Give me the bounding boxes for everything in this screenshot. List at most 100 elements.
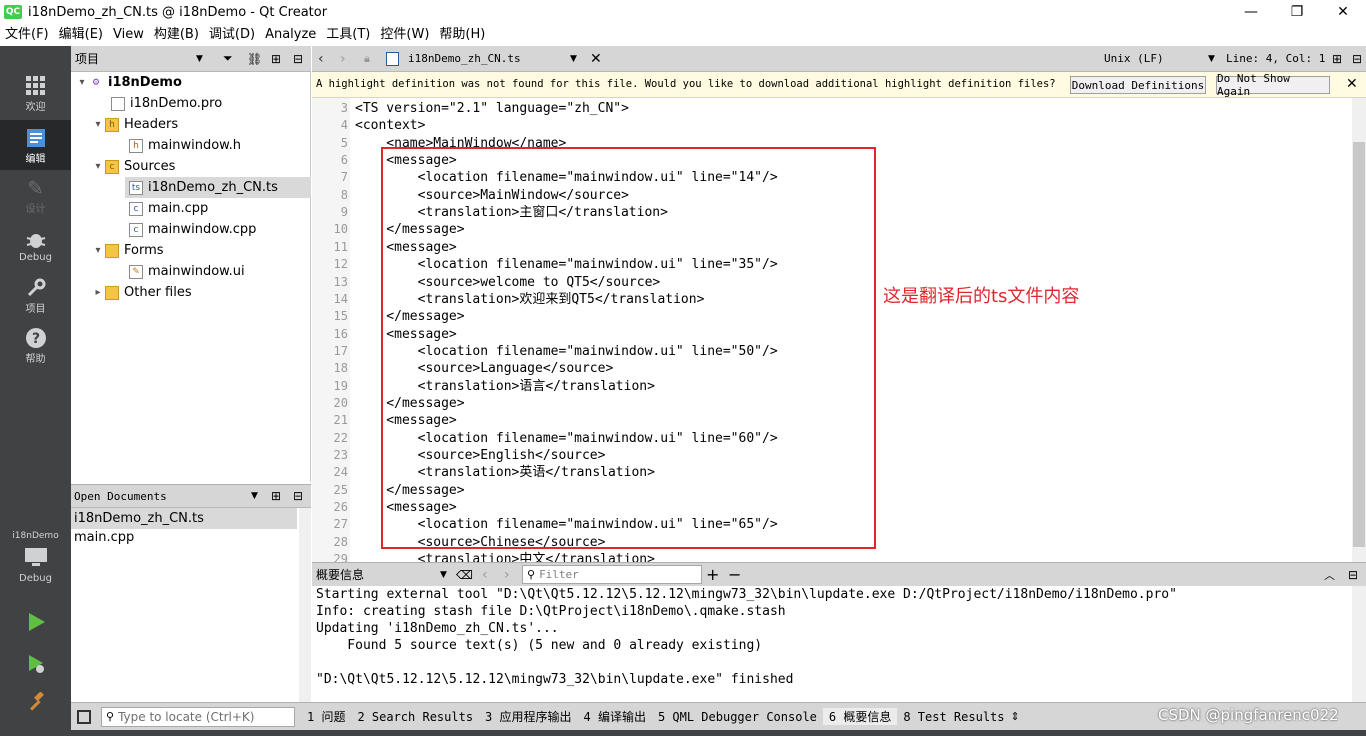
close-pane-icon[interactable]: ⊟ [1348, 568, 1358, 582]
clear-output-icon[interactable]: ⌫ [456, 568, 473, 582]
tree-item-mainwindow-h[interactable]: h mainwindow.h [129, 135, 241, 156]
wrench-icon [24, 276, 48, 300]
tree-item-label: main.cpp [148, 201, 209, 216]
back-arrow-icon[interactable]: ‹ [318, 51, 324, 67]
chevron-down-icon[interactable]: ▼ [570, 54, 577, 64]
line-ending-selector[interactable]: Unix (LF) [1104, 52, 1164, 65]
tree-item-other-files[interactable]: ▸ Other files [91, 282, 191, 303]
tree-item-sources[interactable]: ▾ c Sources [91, 156, 175, 177]
split-icon[interactable]: ⊞ [271, 489, 281, 503]
next-arrow-icon[interactable]: › [504, 567, 510, 583]
pane-application-output[interactable]: 3 应用程序输出 [479, 708, 577, 725]
menu-analyze[interactable]: Analyze [260, 24, 321, 46]
close-window-button[interactable]: ✕ [1320, 0, 1366, 24]
pane-compile-output[interactable]: 4 编译输出 [578, 708, 652, 725]
run-button[interactable] [0, 602, 71, 642]
tree-item-main-cpp[interactable]: c main.cpp [129, 198, 208, 219]
menu-debug[interactable]: 调试(D) [204, 24, 260, 46]
menu-edit[interactable]: 编辑(E) [54, 24, 108, 46]
tree-item-ts[interactable]: ts i18nDemo_zh_CN.ts [125, 177, 311, 198]
open-document-label: i18nDemo_zh_CN.ts [74, 511, 204, 526]
open-document-item[interactable]: i18nDemo_zh_CN.ts [71, 508, 297, 529]
chevron-down-icon[interactable]: ▾ [75, 77, 89, 88]
code-line: <TS version="2.1" language="zh_CN"> [355, 101, 629, 116]
close-icon[interactable]: ✕ [1346, 76, 1358, 92]
editor-scrollbar-thumb[interactable] [1353, 142, 1365, 547]
toggle-sidebar-icon[interactable] [77, 709, 91, 724]
menu-widgets[interactable]: 控件(W) [375, 24, 434, 46]
line-number: 25 [333, 482, 348, 497]
current-file-name[interactable]: i18nDemo_zh_CN.ts [408, 52, 521, 65]
cursor-position[interactable]: Line: 4, Col: 1 [1226, 52, 1325, 65]
mode-welcome[interactable]: 欢迎 [0, 68, 71, 118]
chevron-down-icon[interactable]: ▼ [1208, 54, 1215, 64]
open-documents-scrollbar[interactable] [299, 508, 311, 702]
grid-icon [24, 74, 48, 98]
general-messages-output[interactable]: Starting external tool "D:\Qt\Qt5.12.12\… [312, 586, 1352, 702]
open-document-item[interactable]: main.cpp [71, 527, 134, 548]
close-document-icon[interactable]: ✕ [590, 51, 602, 67]
forward-arrow-icon[interactable]: › [340, 51, 346, 67]
menu-help[interactable]: 帮助(H) [434, 24, 490, 46]
mode-projects[interactable]: 项目 [0, 270, 71, 320]
link-icon[interactable]: ⛓ [247, 52, 262, 66]
chevron-down-icon[interactable]: ▾ [91, 245, 105, 256]
close-pane-icon[interactable]: ⊟ [293, 489, 303, 503]
prev-arrow-icon[interactable]: ‹ [482, 567, 488, 583]
output-scrollbar[interactable] [1352, 586, 1366, 702]
tree-item-headers[interactable]: ▾ h Headers [91, 114, 178, 135]
zoom-out-icon[interactable]: − [728, 565, 741, 584]
tree-item-forms[interactable]: ▾ Forms [91, 240, 163, 261]
menu-tools[interactable]: 工具(T) [321, 24, 375, 46]
maximize-pane-icon[interactable]: ︿ [1324, 567, 1335, 583]
pane-general-messages[interactable]: 6 概要信息 [822, 708, 898, 725]
mode-edit[interactable]: 编辑 [0, 120, 71, 170]
locator-input[interactable]: ⚲ Type to locate (Ctrl+K) [101, 706, 295, 727]
menu-file[interactable]: 文件(F) [0, 24, 54, 46]
filter-icon[interactable]: ⏷ [223, 51, 233, 66]
pane-search-results[interactable]: 2 Search Results [351, 710, 479, 724]
pane-qml-debugger-console[interactable]: 5 QML Debugger Console [652, 710, 823, 724]
hammer-icon [24, 690, 48, 714]
do-not-show-again-button[interactable]: Do Not Show Again [1216, 72, 1330, 98]
annotation-text: 这是翻译后的ts文件内容 [883, 286, 1080, 307]
kit-selector[interactable]: i18nDemo Debug [0, 522, 71, 592]
split-icon[interactable]: ⊞ [271, 52, 281, 66]
pane-test-results[interactable]: 8 Test Results [897, 710, 1010, 724]
highlight-info-bar: A highlight definition was not found for… [312, 72, 1366, 98]
tree-item-mainwindow-cpp[interactable]: c mainwindow.cpp [129, 219, 256, 240]
chevron-down-icon[interactable]: ▼ [196, 54, 203, 64]
split-icon[interactable]: ⊞ [1332, 52, 1342, 66]
debug-run-button[interactable] [0, 644, 71, 684]
chevron-right-icon[interactable]: ▸ [91, 287, 105, 298]
zoom-in-icon[interactable]: + [706, 565, 719, 584]
pro-file-icon [111, 96, 125, 111]
tree-item-project[interactable]: ▾ ⚙ i18nDemo [75, 72, 181, 93]
close-pane-icon[interactable]: ⊟ [1352, 52, 1362, 66]
mode-design[interactable]: ✎ 设计 [0, 170, 71, 220]
pencil-icon: ✎ [27, 175, 44, 200]
code-line: <translation>中文</translation> [355, 552, 655, 562]
output-filter-field[interactable]: ⚲ Filter [522, 565, 702, 584]
chevron-down-icon[interactable]: ▾ [91, 161, 105, 172]
tree-item-mainwindow-ui[interactable]: ✎ mainwindow.ui [129, 261, 245, 282]
minimize-button[interactable]: — [1228, 0, 1274, 24]
menu-build[interactable]: 构建(B) [149, 24, 204, 46]
build-button[interactable] [0, 682, 71, 722]
output-line: Updating 'i18nDemo_zh_CN.ts'... [316, 621, 559, 636]
chevron-updown-icon[interactable]: ⇕ [1011, 710, 1020, 723]
mode-help[interactable]: ? 帮助 [0, 320, 71, 370]
tree-item-pro[interactable]: i18nDemo.pro [111, 93, 222, 114]
download-definitions-button[interactable]: Download Definitions [1070, 76, 1206, 94]
chevron-down-icon[interactable]: ▼ [440, 570, 447, 580]
maximize-button[interactable]: ❐ [1274, 0, 1320, 24]
chevron-down-icon[interactable]: ▾ [91, 119, 105, 130]
open-documents-list: i18nDemo_zh_CN.ts main.cpp [71, 508, 311, 702]
line-number: 23 [333, 448, 348, 462]
output-line: "D:\Qt\Qt5.12.12\5.12.12\mingw73_32\bin\… [316, 672, 794, 687]
close-pane-icon[interactable]: ⊟ [293, 52, 303, 66]
menu-view[interactable]: View [108, 24, 149, 46]
chevron-down-icon[interactable]: ▼ [251, 491, 258, 501]
pane-issues[interactable]: 1 问题 [301, 708, 351, 725]
mode-debug[interactable]: Debug [0, 220, 71, 270]
